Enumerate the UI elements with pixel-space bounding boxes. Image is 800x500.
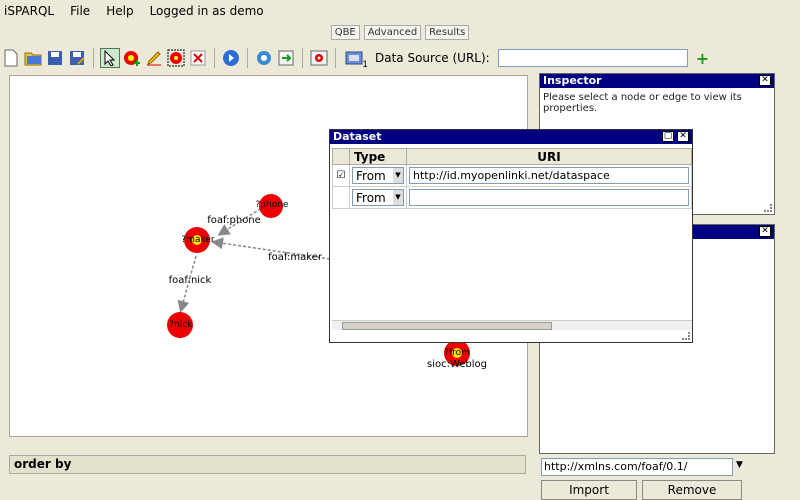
dataset-title: Dataset bbox=[333, 130, 382, 143]
toolbar-separator bbox=[214, 48, 215, 68]
uri-input[interactable]: http://id.myopenlinki.net/dataspace bbox=[409, 167, 689, 184]
table-row: ☑ From ▼ http://id.myopenlinki.net/datasp… bbox=[332, 164, 692, 187]
maximize-icon[interactable]: ▢ bbox=[662, 131, 674, 142]
pencil-icon[interactable] bbox=[144, 48, 164, 68]
inspector-title-bar[interactable]: Inspector ✕ bbox=[540, 74, 774, 88]
data-source-label: Data Source (URL): bbox=[375, 51, 490, 65]
node-type-from: sioc:Weblog bbox=[427, 359, 487, 370]
inspector-close-icon[interactable]: ✕ bbox=[759, 75, 771, 86]
namespace-dropdown-icon[interactable]: ▼ bbox=[736, 460, 743, 470]
scrollbar-thumb[interactable] bbox=[342, 322, 552, 330]
group-node-icon[interactable] bbox=[166, 48, 186, 68]
import-button[interactable]: Import bbox=[541, 480, 637, 500]
tab-advanced[interactable]: Advanced bbox=[363, 25, 422, 40]
edge-label-phone: foaf:phone bbox=[207, 215, 261, 226]
view-tabs: QBE Advanced Results bbox=[0, 25, 800, 40]
dataset-close-icon[interactable]: ✕ bbox=[677, 131, 689, 142]
menu-bar: iSPARQL File Help Logged in as demo bbox=[0, 0, 800, 22]
data-source-input[interactable] bbox=[497, 49, 688, 67]
help-menu[interactable]: Help bbox=[106, 4, 133, 18]
add-node-icon[interactable] bbox=[122, 48, 142, 68]
uri-column-header[interactable]: URI bbox=[406, 148, 692, 165]
new-file-icon[interactable] bbox=[1, 48, 21, 68]
table-header-row: Type URI bbox=[332, 148, 692, 165]
data-source-badge: 1 bbox=[362, 60, 368, 70]
login-status: Logged in as demo bbox=[149, 4, 264, 18]
save-icon[interactable] bbox=[45, 48, 65, 68]
toolbar: 1 Data Source (URL): + bbox=[0, 44, 800, 72]
app-menu[interactable]: iSPARQL bbox=[4, 4, 54, 18]
open-folder-icon[interactable] bbox=[23, 48, 43, 68]
remove-button[interactable]: Remove bbox=[642, 480, 742, 500]
add-data-source-icon[interactable]: + bbox=[696, 49, 709, 68]
dropdown-arrow-icon[interactable]: ▼ bbox=[393, 190, 403, 205]
toolbar-separator bbox=[335, 48, 336, 68]
graph-node-nick[interactable]: ?nick bbox=[167, 312, 193, 338]
node-label-nick: ?nick bbox=[169, 320, 193, 330]
save-as-icon[interactable] bbox=[67, 48, 87, 68]
tab-qbe[interactable]: QBE bbox=[330, 25, 360, 40]
type-column-header[interactable]: Type bbox=[349, 148, 407, 165]
node-label-maker: ?maker bbox=[181, 235, 214, 245]
uri-cell bbox=[406, 186, 692, 209]
export-icon[interactable] bbox=[276, 48, 296, 68]
uri-input[interactable] bbox=[409, 189, 689, 206]
node-label-phone: ?phone bbox=[256, 200, 289, 210]
type-cell: From ▼ bbox=[349, 164, 407, 187]
type-select[interactable]: From ▼ bbox=[352, 167, 404, 184]
node-label-from: ?from bbox=[444, 348, 470, 358]
delete-icon[interactable] bbox=[188, 48, 208, 68]
dataset-table: Type URI ☑ From ▼ http://id.myopenlinki.n… bbox=[332, 148, 692, 209]
edge-label-maker: foaf:maker bbox=[268, 252, 323, 263]
type-select-value: From bbox=[356, 190, 386, 205]
dropdown-arrow-icon[interactable]: ▼ bbox=[393, 168, 403, 183]
run-query-icon[interactable] bbox=[221, 48, 241, 68]
row-checkbox[interactable]: ☑ bbox=[332, 164, 350, 187]
dataset-resize-grip[interactable] bbox=[682, 332, 690, 340]
horizontal-scrollbar[interactable] bbox=[332, 320, 692, 330]
data-source-icon[interactable]: 1 bbox=[342, 48, 368, 70]
file-menu[interactable]: File bbox=[70, 4, 90, 18]
type-select[interactable]: From ▼ bbox=[352, 189, 404, 206]
uri-cell: http://id.myopenlinki.net/dataspace bbox=[406, 164, 692, 187]
inspector-resize-grip[interactable] bbox=[764, 204, 772, 212]
inspector-message: Please select a node or edge to view its… bbox=[543, 92, 742, 114]
table-row: From ▼ bbox=[332, 186, 692, 209]
checkbox-column-header bbox=[332, 148, 350, 165]
type-cell: From ▼ bbox=[349, 186, 407, 209]
namespace-close-icon[interactable]: ✕ bbox=[759, 226, 771, 237]
select-pointer-icon[interactable] bbox=[100, 48, 120, 68]
dataset-title-bar[interactable]: Dataset ▢ ✕ bbox=[330, 130, 692, 144]
tab-results[interactable]: Results bbox=[425, 25, 470, 40]
dataset-dialog: Dataset ▢ ✕ Type URI ☑ From ▼ http://id.m… bbox=[329, 129, 693, 343]
edge-label-nick: foaf:nick bbox=[169, 275, 212, 286]
inspector-title: Inspector bbox=[543, 74, 602, 87]
namespace-input[interactable]: http://xmlns.com/foaf/0.1/ bbox=[541, 458, 733, 476]
toolbar-separator bbox=[93, 48, 94, 68]
settings-gear-icon[interactable] bbox=[254, 48, 274, 68]
type-select-value: From bbox=[356, 168, 386, 183]
graph-node-maker[interactable]: ?maker bbox=[181, 227, 215, 253]
order-by-bar[interactable]: order by bbox=[9, 455, 526, 474]
graph-node-from[interactable]: ?from sioc:Weblog bbox=[427, 340, 487, 370]
dataset-icon[interactable] bbox=[309, 48, 329, 68]
row-checkbox[interactable] bbox=[332, 186, 350, 209]
toolbar-separator bbox=[302, 48, 303, 68]
toolbar-separator bbox=[247, 48, 248, 68]
